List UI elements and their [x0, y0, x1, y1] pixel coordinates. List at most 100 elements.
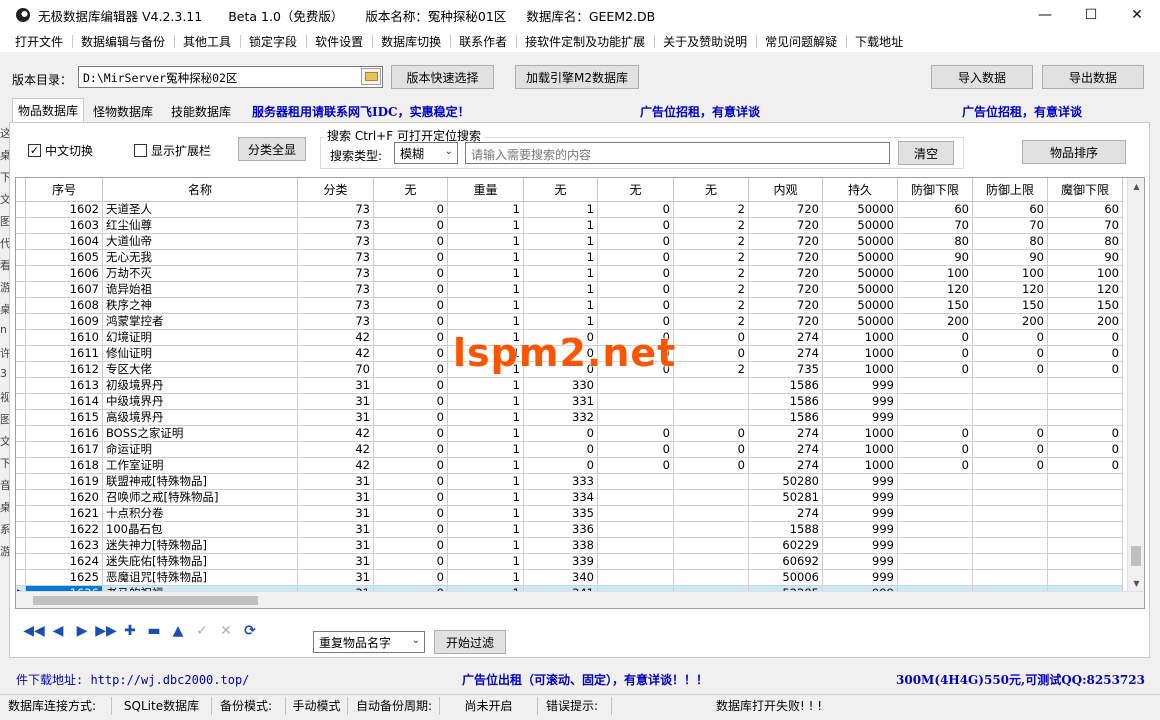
row-indicator[interactable]	[16, 554, 26, 570]
cell-value[interactable]: 2	[674, 250, 749, 266]
cell-seq[interactable]: 1621	[26, 506, 103, 522]
cell-value[interactable]: 999	[823, 474, 898, 490]
table-row[interactable]: 1606 万劫不灭 73 0 1 1 0 2 720 50000 100 100 100	[16, 266, 1123, 282]
cell-value[interactable]: 0	[973, 458, 1048, 474]
cell-value[interactable]	[973, 554, 1048, 570]
cell-value[interactable]	[898, 554, 973, 570]
cell-value[interactable]	[598, 570, 674, 586]
cell-seq[interactable]: 1603	[26, 218, 103, 234]
cell-value[interactable]: 2	[674, 218, 749, 234]
cell-value[interactable]: 274	[749, 458, 823, 474]
cell-value[interactable]: 0	[374, 506, 448, 522]
cell-value[interactable]: 1	[448, 394, 524, 410]
cell-value[interactable]: 0	[674, 346, 749, 362]
cell-value[interactable]: 0	[374, 362, 448, 378]
cell-value[interactable]: 0	[374, 442, 448, 458]
cell-value[interactable]: 1000	[823, 442, 898, 458]
cell-value[interactable]: 0	[374, 250, 448, 266]
cell-value[interactable]: 0	[674, 458, 749, 474]
cell-value[interactable]	[598, 394, 674, 410]
sort-items-button[interactable]: 物品排序	[1022, 140, 1126, 164]
cell-value[interactable]	[598, 538, 674, 554]
menu-item-3[interactable]: 锁定字段	[240, 33, 306, 50]
cell-value[interactable]	[898, 490, 973, 506]
cell-value[interactable]: 0	[898, 330, 973, 346]
table-row[interactable]: 1613 初级境界丹 31 0 1 330 1586 999	[16, 378, 1123, 394]
cell-value[interactable]: 1	[448, 218, 524, 234]
cell-value[interactable]: 150	[898, 298, 973, 314]
version-select-button[interactable]: 版本快速选择	[391, 65, 494, 89]
menu-item-9[interactable]: 常见问题解疑	[756, 33, 846, 50]
cell-value[interactable]: 0	[374, 330, 448, 346]
cell-name[interactable]: 天道圣人	[103, 202, 298, 218]
cell-value[interactable]	[898, 506, 973, 522]
cell-name[interactable]: 大道仙帝	[103, 234, 298, 250]
column-header[interactable]: 持久	[823, 178, 898, 202]
cell-value[interactable]: 720	[749, 298, 823, 314]
cell-value[interactable]: 1	[448, 490, 524, 506]
cell-value[interactable]: 73	[298, 218, 374, 234]
cell-value[interactable]: 720	[749, 202, 823, 218]
cell-value[interactable]: 90	[1048, 250, 1123, 266]
cell-name[interactable]: 幻境证明	[103, 330, 298, 346]
prev-icon[interactable]: ◀	[46, 619, 70, 643]
cell-value[interactable]: 0	[898, 458, 973, 474]
cell-name[interactable]: 工作室证明	[103, 458, 298, 474]
cell-value[interactable]: 0	[374, 554, 448, 570]
minimize-icon[interactable]: —	[1022, 0, 1068, 30]
cell-value[interactable]: 720	[749, 234, 823, 250]
cell-value[interactable]	[674, 506, 749, 522]
cell-name[interactable]: 高级境界丹	[103, 410, 298, 426]
cell-value[interactable]	[1048, 522, 1123, 538]
cell-value[interactable]: 274	[749, 426, 823, 442]
cell-value[interactable]: 999	[823, 538, 898, 554]
cell-value[interactable]: 1	[448, 426, 524, 442]
cell-value[interactable]: 338	[524, 538, 598, 554]
vertical-scrollbar[interactable]: ▲ ▼	[1127, 178, 1144, 592]
cell-name[interactable]: 鸿蒙掌控者	[103, 314, 298, 330]
cell-value[interactable]: 120	[898, 282, 973, 298]
cell-value[interactable]: 31	[298, 378, 374, 394]
cell-value[interactable]: 73	[298, 266, 374, 282]
scroll-down-icon[interactable]: ▼	[1128, 575, 1144, 592]
cell-value[interactable]: 334	[524, 490, 598, 506]
cell-value[interactable]	[1048, 410, 1123, 426]
cell-name[interactable]: 十点积分卷	[103, 506, 298, 522]
cell-seq[interactable]: 1619	[26, 474, 103, 490]
cell-value[interactable]: 0	[973, 362, 1048, 378]
start-filter-button[interactable]: 开始过滤	[434, 630, 506, 654]
cell-value[interactable]: 0	[674, 426, 749, 442]
cell-value[interactable]: 0	[598, 314, 674, 330]
download-url[interactable]: 件下载地址: http://wj.dbc2000.top/	[16, 671, 249, 688]
cell-value[interactable]: 1	[448, 378, 524, 394]
table-row[interactable]: 1605 无心无我 73 0 1 1 0 2 720 50000 90 90 90	[16, 250, 1123, 266]
cell-value[interactable]: 0	[374, 298, 448, 314]
cell-value[interactable]	[598, 490, 674, 506]
cell-value[interactable]	[1048, 394, 1123, 410]
cell-value[interactable]: 1	[524, 298, 598, 314]
row-indicator[interactable]	[16, 378, 26, 394]
cell-value[interactable]: 0	[598, 442, 674, 458]
cell-value[interactable]: 1	[448, 266, 524, 282]
clear-button[interactable]: 清空	[898, 141, 954, 165]
row-indicator[interactable]	[16, 282, 26, 298]
cell-seq[interactable]: 1602	[26, 202, 103, 218]
cell-value[interactable]: 0	[1048, 442, 1123, 458]
cell-name[interactable]: BOSS之家证明	[103, 426, 298, 442]
maximize-icon[interactable]: ☐	[1068, 0, 1114, 30]
menu-item-2[interactable]: 其他工具	[174, 33, 240, 50]
cell-value[interactable]: 274	[749, 442, 823, 458]
cell-value[interactable]: 1000	[823, 330, 898, 346]
cell-value[interactable]: 0	[898, 442, 973, 458]
column-header[interactable]: 魔御下限	[1048, 178, 1123, 202]
cell-value[interactable]: 70	[973, 218, 1048, 234]
cell-seq[interactable]: 1618	[26, 458, 103, 474]
cell-value[interactable]: 2	[674, 282, 749, 298]
cell-value[interactable]: 0	[374, 426, 448, 442]
table-row[interactable]: 1602 天道圣人 73 0 1 1 0 2 720 50000 60 60 60	[16, 202, 1123, 218]
cell-name[interactable]: 联盟神戒[特殊物品]	[103, 474, 298, 490]
cell-value[interactable]: 1000	[823, 346, 898, 362]
cell-value[interactable]: 0	[674, 330, 749, 346]
table-row[interactable]: 1608 秩序之神 73 0 1 1 0 2 720 50000 150 150 150	[16, 298, 1123, 314]
cell-name[interactable]: 召唤师之戒[特殊物品]	[103, 490, 298, 506]
